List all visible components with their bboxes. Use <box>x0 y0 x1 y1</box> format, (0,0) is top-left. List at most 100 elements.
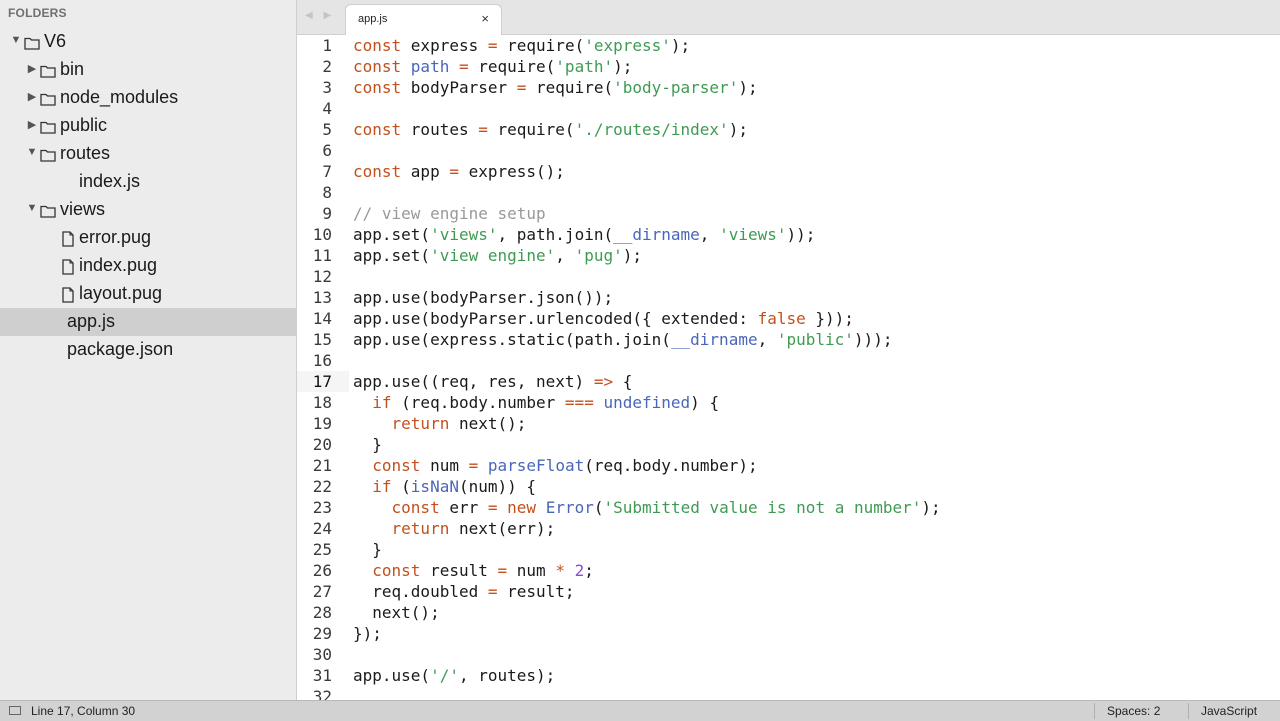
code-line[interactable]: 7 const app = express(); <box>297 161 1280 182</box>
sidebar-item-label: bin <box>60 59 85 79</box>
code-line[interactable]: 16 <box>297 350 1280 371</box>
sidebar-item-v6[interactable]: ▼ V6 <box>0 28 296 56</box>
panel-toggle-icon[interactable] <box>9 706 21 715</box>
code-text: return next(err); <box>353 518 556 539</box>
disclosure-open-icon[interactable]: ▼ <box>26 146 38 158</box>
code-token: = <box>487 498 498 517</box>
line-number: 23 <box>312 498 332 517</box>
code-line[interactable]: 31 app.use('/', routes); <box>297 665 1280 686</box>
code-line[interactable]: 5 const routes = require('./routes/index'… <box>297 119 1280 140</box>
code-token: return <box>391 414 450 433</box>
code-line[interactable]: 17 app.use((req, res, next) => { <box>297 371 1280 392</box>
code-line[interactable]: 9 // view engine setup <box>297 203 1280 224</box>
sidebar-item-routes[interactable]: ▼ routes <box>0 140 296 168</box>
disclosure-open-icon[interactable]: ▼ <box>26 202 38 214</box>
code-line[interactable]: 15 app.use(express.static(path.join(__dir… <box>297 329 1280 350</box>
code-token: ); <box>738 78 758 97</box>
code-token: require( <box>536 78 614 97</box>
syntax-selector[interactable]: JavaScript <box>1201 704 1257 718</box>
code-line[interactable]: 27 req.doubled = result; <box>297 581 1280 602</box>
code-token: const <box>353 120 411 139</box>
code-line[interactable]: 11 app.set('view engine', 'pug'); <box>297 245 1280 266</box>
code-line[interactable]: 3 const bodyParser = require('body-parser… <box>297 77 1280 98</box>
sidebar-item-error-pug[interactable]: error.pug <box>0 224 296 252</box>
code-line[interactable]: 8 <box>297 182 1280 203</box>
code-line[interactable]: 28 next(); <box>297 602 1280 623</box>
code-line[interactable]: 18 if (req.body.number === undefined) { <box>297 392 1280 413</box>
code-line[interactable]: 29}); <box>297 623 1280 644</box>
sidebar-item-bin[interactable]: ▶ bin <box>0 56 296 84</box>
code-token: ))); <box>853 330 893 349</box>
sidebar-item-layout-pug[interactable]: layout.pug <box>0 280 296 308</box>
tab-close-icon[interactable]: × <box>481 11 489 26</box>
code-line[interactable]: 26 const result = num * 2; <box>297 560 1280 581</box>
code-token: if <box>372 477 392 496</box>
code-token: 'express' <box>584 36 671 55</box>
code-text: app.use('/', routes); <box>353 665 555 686</box>
code-token: next(); <box>449 414 527 433</box>
code-token: app.set( <box>353 246 431 265</box>
code-token: }); <box>353 624 382 643</box>
sidebar-item-index-js[interactable]: index.js <box>0 168 296 196</box>
sidebar-item-node-modules[interactable]: ▶ node_modules <box>0 84 296 112</box>
status-divider <box>1094 703 1095 719</box>
code-token: app <box>410 162 440 181</box>
tab-title: app.js <box>358 13 388 25</box>
sidebar-item-views[interactable]: ▼ views <box>0 196 296 224</box>
line-number: 7 <box>322 162 332 181</box>
code-line[interactable]: 6 <box>297 140 1280 161</box>
code-line[interactable]: 25 } <box>297 539 1280 560</box>
code-token: const <box>353 57 411 76</box>
line-number: 8 <box>322 183 332 202</box>
disclosure-closed-icon[interactable]: ▶ <box>26 118 38 131</box>
code-text: const num = parseFloat(req.body.number); <box>353 455 757 476</box>
code-line[interactable]: 12 <box>297 266 1280 287</box>
code-line[interactable]: 4 <box>297 98 1280 119</box>
line-number: 21 <box>312 456 332 475</box>
code-line[interactable]: 10 app.set('views', path.join(__dirname, … <box>297 224 1280 245</box>
code-text: }); <box>353 623 382 644</box>
sidebar-item-app-js[interactable]: app.js <box>0 308 296 336</box>
code-line[interactable]: 23 const err = new Error('Submitted valu… <box>297 497 1280 518</box>
code-line[interactable]: 32 <box>297 686 1280 700</box>
code-text: } <box>353 434 382 455</box>
tab-app-js[interactable]: app.js × <box>345 4 502 35</box>
code-line[interactable]: 1 const express = require('express'); <box>297 35 1280 56</box>
code-text: app.use((req, res, next) => { <box>353 371 632 392</box>
code-token: , <box>699 225 720 244</box>
code-line[interactable]: 20 } <box>297 434 1280 455</box>
disclosure-closed-icon[interactable]: ▶ <box>26 62 38 75</box>
code-text: app.use(bodyParser.urlencoded({ extended… <box>353 308 854 329</box>
code-line[interactable]: 13 app.use(bodyParser.json()); <box>297 287 1280 308</box>
code-text: const path = require('path'); <box>353 56 632 77</box>
disclosure-open-icon[interactable]: ▼ <box>10 34 22 46</box>
indentation-setting[interactable]: Spaces: 2 <box>1107 704 1160 718</box>
code-text: const app = express(); <box>353 161 565 182</box>
code-token: 'path' <box>555 57 614 76</box>
sidebar-item-label: layout.pug <box>79 283 163 303</box>
code-token: 'view engine' <box>430 246 556 265</box>
code-editor[interactable]: 1 const express = require('express'); 2 con… <box>297 35 1280 700</box>
code-line[interactable]: 24 return next(err); <box>297 518 1280 539</box>
sidebar-item-index-pug[interactable]: index.pug <box>0 252 296 280</box>
code-token: 'Submitted value is not a number' <box>603 498 922 517</box>
line-number: 16 <box>312 351 332 370</box>
tab-nav-arrows-icon[interactable]: ◀ ▶ <box>305 10 335 21</box>
code-token: Error <box>545 498 594 517</box>
code-token: '/' <box>430 666 459 685</box>
code-token: new <box>507 498 537 517</box>
code-token: 'public' <box>776 330 854 349</box>
sidebar-item-package-json[interactable]: package.json <box>0 336 296 364</box>
code-line[interactable]: 22 if (isNaN(num)) { <box>297 476 1280 497</box>
code-line[interactable]: 14 app.use(bodyParser.urlencoded({ extend… <box>297 308 1280 329</box>
code-line[interactable]: 21 const num = parseFloat(req.body.numbe… <box>297 455 1280 476</box>
code-line[interactable]: 2 const path = require('path'); <box>297 56 1280 77</box>
code-line[interactable]: 30 <box>297 644 1280 665</box>
code-line[interactable]: 19 return next(); <box>297 413 1280 434</box>
disclosure-closed-icon[interactable]: ▶ <box>26 90 38 103</box>
code-token: (req.body.number <box>391 393 565 412</box>
sidebar-item-public[interactable]: ▶ public <box>0 112 296 140</box>
code-text: app.set('views', path.join(__dirname, 'v… <box>353 224 815 245</box>
